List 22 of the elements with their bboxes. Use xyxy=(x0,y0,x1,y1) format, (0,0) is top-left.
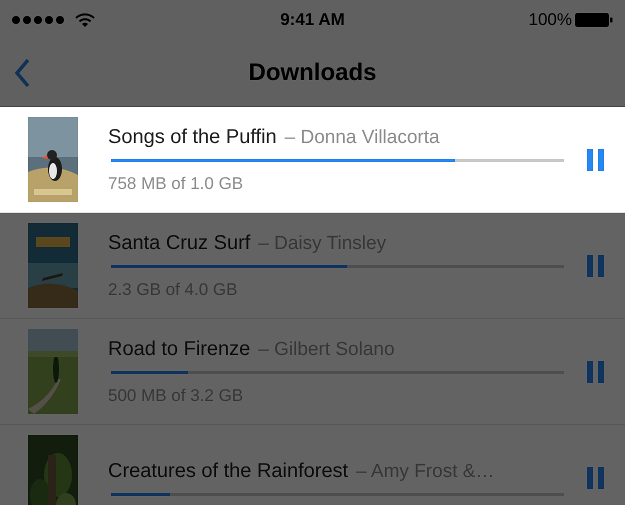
pause-icon xyxy=(587,360,605,382)
book-author: – Donna Villacorta xyxy=(284,126,440,148)
battery-percent: 100% xyxy=(528,10,572,30)
pause-button[interactable] xyxy=(587,466,605,488)
book-title: Santa Cruz Surf xyxy=(108,232,250,254)
wifi-icon xyxy=(75,12,95,28)
pause-icon xyxy=(587,254,605,276)
download-row[interactable]: Songs of the Puffin – Donna Villacorta 758 MB of 1.0 GB xyxy=(0,107,625,213)
back-chevron-icon xyxy=(14,58,30,88)
nav-title: Downloads xyxy=(247,59,378,87)
pause-icon xyxy=(587,148,605,170)
signal-icon xyxy=(12,15,67,25)
status-time: 9:41 AM xyxy=(279,10,346,30)
book-title: Songs of the Puffin xyxy=(108,126,277,148)
book-title: Road to Firenze xyxy=(108,338,250,360)
pause-icon xyxy=(587,466,605,488)
pause-button[interactable] xyxy=(587,254,605,276)
download-size: 758 MB of 1.0 GB xyxy=(108,174,244,194)
book-title: Creatures of the Rainforest xyxy=(108,460,348,482)
pause-button[interactable] xyxy=(587,148,605,170)
battery-icon xyxy=(575,12,613,28)
pause-button[interactable] xyxy=(587,360,605,382)
